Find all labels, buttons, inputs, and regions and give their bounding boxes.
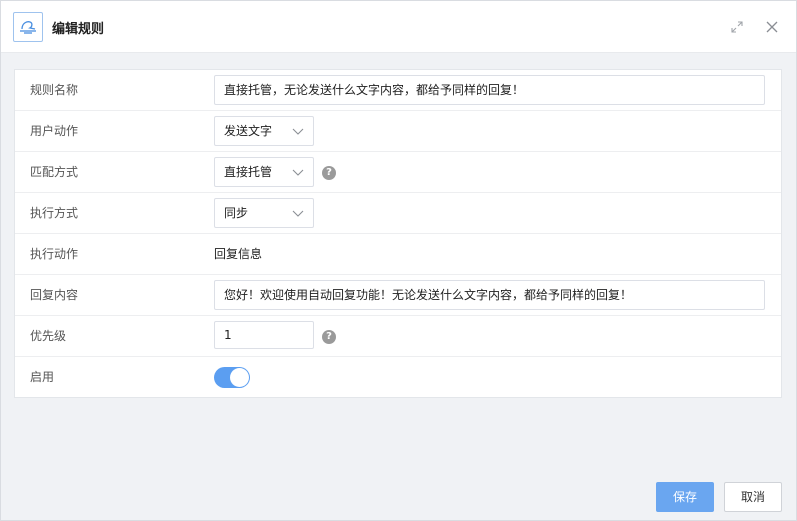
dialog-header: 编辑规则 (1, 1, 796, 53)
row-enabled: 启用 (15, 357, 781, 398)
exec-mode-label: 执行方式 (30, 206, 79, 220)
match-mode-value: 直接托管 (224, 165, 273, 179)
match-mode-select[interactable]: 直接托管 (214, 157, 314, 187)
chevron-down-icon (292, 128, 304, 135)
close-icon[interactable] (764, 19, 780, 35)
cancel-button[interactable]: 取消 (724, 482, 782, 512)
exec-mode-value: 同步 (224, 206, 249, 220)
exec-action-label: 执行动作 (30, 247, 79, 261)
user-action-select[interactable]: 发送文字 (214, 116, 314, 146)
exec-mode-select[interactable]: 同步 (214, 198, 314, 228)
user-action-label: 用户动作 (30, 124, 79, 138)
chevron-down-icon (292, 210, 304, 217)
reply-content-input[interactable]: 您好！欢迎使用自动回复功能！无论发送什么文字内容，都给予同样的回复！ (214, 280, 765, 310)
enabled-label: 启用 (30, 370, 55, 384)
help-icon[interactable]: ? (322, 330, 336, 344)
edit-rule-dialog: 编辑规则 规则名称 直接托管，无论发送什么文字内容，都给予同样的回复！ 用户动作… (0, 0, 797, 521)
reply-content-label: 回复内容 (30, 288, 79, 302)
hat-logo-icon (13, 12, 43, 42)
enabled-toggle[interactable] (214, 367, 250, 388)
row-match-mode: 匹配方式 直接托管 ? (15, 152, 781, 193)
priority-input[interactable]: 1 (214, 321, 314, 349)
dialog-title: 编辑规则 (52, 22, 105, 37)
row-user-action: 用户动作 发送文字 (15, 111, 781, 152)
exec-action-value: 回复信息 (214, 247, 263, 261)
row-rule-name: 规则名称 直接托管，无论发送什么文字内容，都给予同样的回复！ (15, 70, 781, 111)
help-icon[interactable]: ? (322, 166, 336, 180)
save-button[interactable]: 保存 (656, 482, 714, 512)
rule-name-input[interactable]: 直接托管，无论发送什么文字内容，都给予同样的回复！ (214, 75, 765, 105)
rule-form: 规则名称 直接托管，无论发送什么文字内容，都给予同样的回复！ 用户动作 发送文字… (14, 69, 782, 398)
expand-icon[interactable] (729, 19, 745, 35)
chevron-down-icon (292, 169, 304, 176)
row-reply-content: 回复内容 您好！欢迎使用自动回复功能！无论发送什么文字内容，都给予同样的回复！ (15, 275, 781, 316)
user-action-value: 发送文字 (224, 124, 273, 138)
row-priority: 优先级 1 ? (15, 316, 781, 357)
row-exec-action: 执行动作 回复信息 (15, 234, 781, 275)
priority-label: 优先级 (30, 329, 67, 343)
toggle-knob (230, 368, 249, 387)
row-exec-mode: 执行方式 同步 (15, 193, 781, 234)
match-mode-label: 匹配方式 (30, 165, 79, 179)
rule-name-label: 规则名称 (30, 83, 79, 97)
